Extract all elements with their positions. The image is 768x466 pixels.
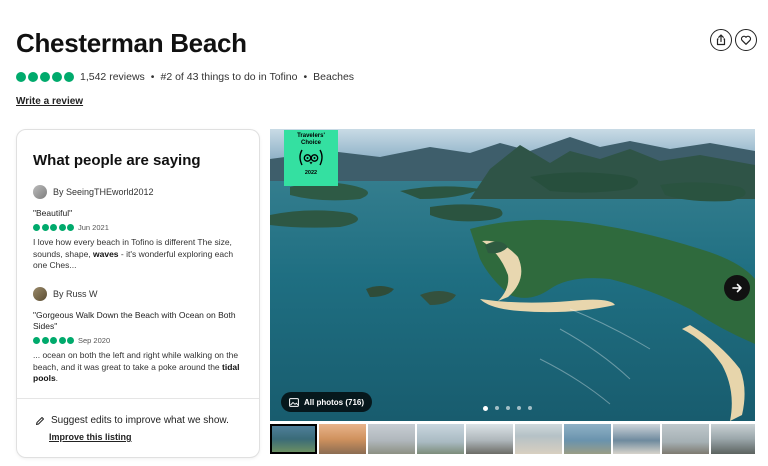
rating-summary: 1,542 reviews • #2 of 43 things to do in… <box>16 71 354 83</box>
travelers-choice-badge: Travelers' Choice 2022 <box>284 130 338 186</box>
photo-thumbnail[interactable] <box>662 424 709 454</box>
pager-dot[interactable] <box>495 406 499 410</box>
suggest-edits: Suggest edits to improve what we show. <box>35 415 229 426</box>
next-photo-button[interactable] <box>724 275 750 301</box>
review-rating-bubbles <box>33 337 74 344</box>
review-snippet[interactable]: By Russ W "Gorgeous Walk Down the Beach … <box>33 287 247 385</box>
avatar <box>33 287 47 301</box>
photo-thumbnail[interactable] <box>466 424 513 454</box>
review-title: "Gorgeous Walk Down the Beach with Ocean… <box>33 310 236 331</box>
photo-thumbnail[interactable] <box>368 424 415 454</box>
rank-link[interactable]: #2 of 43 things to do in Tofino <box>160 71 297 83</box>
review-title: "Beautiful" <box>33 208 73 218</box>
category-link[interactable]: Beaches <box>313 71 354 83</box>
review-count-link[interactable]: 1,542 reviews <box>80 71 145 83</box>
pager-dot[interactable] <box>506 406 510 410</box>
photo-thumbnail[interactable] <box>417 424 464 454</box>
avatar <box>33 185 47 199</box>
page-title: Chesterman Beach <box>16 28 247 58</box>
review-excerpt: ... ocean on both the left and right whi… <box>33 350 240 383</box>
arrow-right-icon <box>732 283 742 293</box>
write-review-link[interactable]: Write a review <box>16 96 83 107</box>
photo-icon <box>289 397 299 407</box>
suggest-text: Suggest edits to improve what we show. <box>51 415 229 426</box>
photo-thumbnails <box>270 424 755 454</box>
photo-thumbnail[interactable] <box>319 424 366 454</box>
save-button[interactable] <box>735 29 757 51</box>
pager-dot[interactable] <box>517 406 521 410</box>
improve-listing-link[interactable]: Improve this listing <box>49 432 132 442</box>
review-rating-bubbles <box>33 224 74 231</box>
laurel-owl-icon <box>299 149 323 166</box>
photo-thumbnail[interactable] <box>564 424 611 454</box>
share-button[interactable] <box>710 29 732 51</box>
photo-thumbnail[interactable] <box>270 424 317 454</box>
pager-dot[interactable] <box>528 406 532 410</box>
review-author: By SeeingTHEworld2012 <box>53 187 154 197</box>
review-snippet[interactable]: By SeeingTHEworld2012 "Beautiful" Jun 20… <box>33 185 247 272</box>
photo-thumbnail[interactable] <box>613 424 660 454</box>
photo-pager <box>483 406 532 411</box>
review-date: Sep 2020 <box>78 336 111 345</box>
hero-photo[interactable]: Travelers' Choice 2022 All photos (716) <box>270 129 755 421</box>
divider <box>17 398 259 399</box>
beach-aerial-image <box>270 129 755 421</box>
pencil-icon <box>36 416 44 425</box>
heart-icon <box>740 35 752 45</box>
reviews-card: What people are saying By SeeingTHEworld… <box>16 129 260 458</box>
all-photos-button[interactable]: All photos (716) <box>281 392 373 412</box>
photo-thumbnail[interactable] <box>515 424 562 454</box>
header-actions <box>710 29 757 51</box>
pager-dot[interactable] <box>483 406 488 411</box>
rating-bubbles <box>16 72 74 82</box>
all-photos-label: All photos (716) <box>304 397 365 407</box>
review-excerpt: I love how every beach in Tofino is diff… <box>33 237 234 270</box>
photo-thumbnail[interactable] <box>711 424 755 454</box>
review-date: Jun 2021 <box>78 223 109 232</box>
share-icon <box>716 34 726 46</box>
card-title: What people are saying <box>33 152 201 169</box>
review-author: By Russ W <box>53 289 98 299</box>
